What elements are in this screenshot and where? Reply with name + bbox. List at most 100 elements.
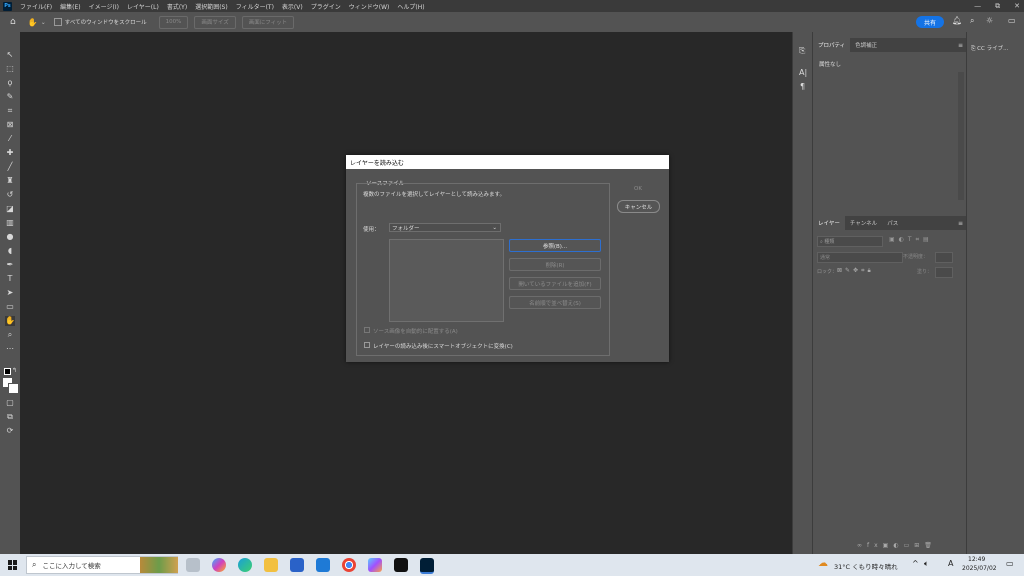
auto-align-checkbox[interactable] (364, 327, 370, 333)
more-tools-icon[interactable]: ⋯ (5, 344, 15, 354)
filter-icons[interactable]: ▣◐T⌗▤ (889, 236, 933, 244)
menu-plugins[interactable]: プラグイン (307, 2, 345, 11)
layers-menu-icon[interactable]: ≡ (958, 220, 963, 227)
fill-input[interactable] (935, 267, 953, 278)
dodge-tool-icon[interactable]: ◖ (5, 246, 15, 256)
chrome-icon[interactable] (342, 558, 356, 572)
menu-type[interactable]: 書式(Y) (163, 2, 191, 11)
search-icon[interactable]: ⌕ (970, 16, 974, 26)
lasso-tool-icon[interactable]: ϙ (5, 78, 15, 88)
blend-mode-select[interactable]: 通常 (817, 252, 903, 263)
background-color-swatch[interactable] (8, 383, 19, 394)
tray-chevron-icon[interactable]: ^ (912, 559, 919, 568)
swap-colors-icon[interactable]: ↰ (12, 367, 17, 374)
bell-icon[interactable]: 🔔︎ (952, 16, 962, 25)
store-icon[interactable] (290, 558, 304, 572)
copilot-icon[interactable] (212, 558, 226, 572)
brush-tool-icon[interactable]: ╱ (5, 162, 15, 172)
notification-icon[interactable]: ▭ (1006, 559, 1014, 568)
share-button[interactable]: 共有 (916, 16, 944, 28)
menu-filter[interactable]: フィルター(T) (232, 2, 278, 11)
layers-bottom-icons[interactable]: ∞fx▣◐▭⊞🗑︎ (857, 542, 937, 549)
healing-tool-icon[interactable]: ✚ (5, 148, 15, 158)
chevron-down-icon[interactable]: ⌄ (41, 19, 46, 26)
quick-select-tool-icon[interactable]: ✎ (5, 92, 15, 102)
cc-libraries-button[interactable]: ⎘ CC ライブ... (971, 44, 1008, 53)
marquee-tool-icon[interactable]: ⬚ (5, 64, 15, 74)
speaker-icon[interactable]: 🔈︎ (924, 559, 929, 569)
clock-time[interactable]: 12:49 (968, 556, 985, 563)
lock-icons[interactable]: ⊠✎✥⌗🔒︎ (837, 267, 874, 275)
history-panel-icon[interactable]: ⎘ (799, 46, 805, 56)
browse-button[interactable]: 参照(B)... (509, 239, 601, 252)
eraser-tool-icon[interactable]: ◪ (5, 204, 15, 214)
fit-screen-button[interactable]: 画面サイズ (194, 15, 236, 29)
screen-mode-icon[interactable]: ⧉ (5, 412, 15, 422)
tab-layers[interactable]: レイヤー (813, 216, 845, 230)
history-brush-tool-icon[interactable]: ↺ (5, 190, 15, 200)
stamp-tool-icon[interactable]: ♜ (5, 176, 15, 186)
hand-tool-icon[interactable]: ✋ (5, 316, 15, 326)
tab-channels[interactable]: チャンネル (845, 216, 882, 230)
eyedropper-tool-icon[interactable]: ⁄ (5, 134, 15, 144)
quick-mask-icon[interactable]: ▢ (5, 398, 15, 408)
add-open-files-button[interactable]: 開いているファイルを追加(F) (509, 277, 601, 290)
restore-button[interactable]: ⧉ (995, 2, 1000, 11)
ime-indicator[interactable]: A (948, 559, 953, 568)
fill-screen-button[interactable]: 画面にフィット (241, 15, 295, 29)
file-list[interactable] (389, 239, 504, 322)
tab-adjustments[interactable]: 色調補正 (850, 38, 882, 52)
task-view-icon[interactable] (186, 558, 200, 572)
crop-tool-icon[interactable]: ⌗ (5, 106, 15, 116)
opacity-input[interactable] (935, 252, 953, 263)
menu-edit[interactable]: 編集(E) (56, 2, 84, 11)
scroll-all-checkbox[interactable] (53, 18, 62, 26)
start-button[interactable] (8, 560, 18, 570)
ok-button[interactable]: OK (618, 183, 658, 194)
weather-text[interactable]: 31°C くもり時々晴れ (834, 561, 898, 571)
character-panel-icon[interactable]: A| (799, 68, 807, 77)
copilot-app-icon[interactable] (368, 558, 382, 572)
layer-kind-filter[interactable]: ⌕ 種類 (817, 236, 883, 247)
gradient-tool-icon[interactable]: ▥ (5, 218, 15, 228)
menu-window[interactable]: ウィンドウ(W) (345, 2, 394, 11)
workspace-icon[interactable]: ▭ (1008, 16, 1016, 25)
tab-properties[interactable]: プロパティ (813, 38, 851, 52)
minimize-button[interactable]: — (974, 2, 981, 10)
zoom-tool-icon[interactable]: ⌕ (5, 330, 15, 340)
paragraph-panel-icon[interactable]: ¶ (800, 82, 805, 91)
type-tool-icon[interactable]: T (5, 274, 15, 284)
file-explorer-icon[interactable] (264, 558, 278, 572)
blur-tool-icon[interactable]: ● (5, 232, 15, 242)
menu-help[interactable]: ヘルプ(H) (393, 2, 428, 11)
properties-scrollbar[interactable] (958, 72, 964, 200)
move-tool-icon[interactable]: ↖ (5, 50, 15, 60)
tab-paths[interactable]: パス (882, 216, 903, 230)
menu-file[interactable]: ファイル(F) (16, 2, 56, 11)
pen-tool-icon[interactable]: ✒ (5, 260, 15, 270)
path-select-tool-icon[interactable]: ➤ (5, 288, 15, 298)
photoshop-taskbar-icon[interactable] (420, 558, 434, 574)
menu-image[interactable]: イメージ(I) (85, 2, 123, 11)
capcut-icon[interactable] (394, 558, 408, 572)
menu-layer[interactable]: レイヤー(L) (123, 2, 163, 11)
sort-by-name-button[interactable]: 名前順で並べ替え(S) (509, 296, 601, 309)
rectangle-tool-icon[interactable]: ▭ (5, 302, 15, 312)
hand-tool-icon[interactable]: ✋ (28, 18, 38, 27)
home-icon[interactable]: ⌂ (10, 17, 16, 27)
edge-icon[interactable] (238, 558, 252, 572)
frame-tool-icon[interactable]: ⊠ (5, 120, 15, 130)
bulb-icon[interactable]: ☼ (986, 16, 993, 25)
zoom-100-button[interactable]: 100% (158, 15, 189, 29)
close-button[interactable]: ✕ (1014, 2, 1020, 10)
edit-toolbar-icon[interactable]: ⟳ (5, 426, 15, 436)
menu-select[interactable]: 選択範囲(S) (191, 2, 232, 11)
remove-button[interactable]: 削除(R) (509, 258, 601, 271)
use-select[interactable]: フォルダー ⌄ (389, 223, 501, 232)
panel-menu-icon[interactable]: ≡ (958, 42, 963, 49)
cancel-button[interactable]: キャンセル (617, 200, 660, 213)
smart-object-checkbox[interactable] (364, 342, 370, 348)
mail-icon[interactable] (316, 558, 330, 572)
clock-date[interactable]: 2025/07/02 (962, 565, 997, 572)
default-colors-icon[interactable] (4, 368, 11, 375)
